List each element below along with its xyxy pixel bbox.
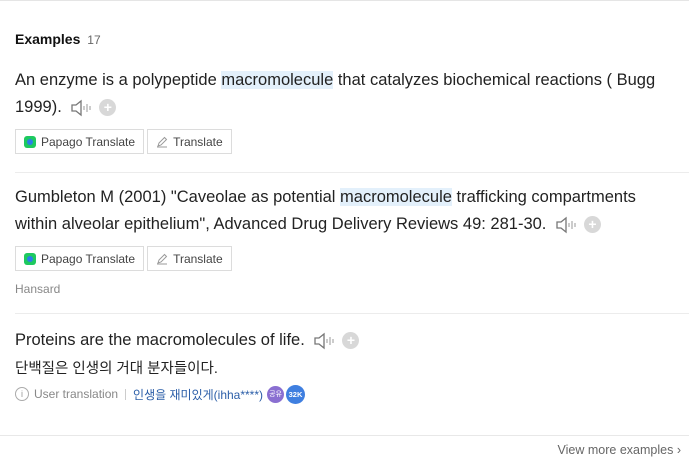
speaker-icon[interactable]	[555, 216, 579, 234]
example-divider	[15, 172, 689, 173]
user-link[interactable]: 인생을 재미있게(ihha****)	[133, 386, 263, 403]
speaker-icon[interactable]	[70, 99, 94, 117]
example-sentence: An enzyme is a polypeptide macromolecule…	[15, 67, 680, 121]
example-sentence: Gumbleton M (2001) "Caveolae as potentia…	[15, 184, 680, 238]
examples-count: 17	[87, 33, 101, 47]
examples-header: Examples 17	[15, 31, 101, 47]
source-label: Hansard	[15, 282, 61, 296]
papago-translate-button[interactable]: Papago Translate	[15, 129, 145, 154]
add-icon[interactable]: +	[99, 99, 117, 117]
pencil-icon	[157, 253, 168, 264]
translation-meta: i User translation 인생을 재미있게(ihha****) 공유…	[15, 384, 306, 404]
highlighted-term: macromolecule	[221, 71, 334, 89]
translate-button[interactable]: Translate	[147, 129, 232, 154]
button-label: Translate	[173, 134, 223, 149]
count-badge: 32K	[286, 384, 306, 404]
korean-translation: 단백질은 인생의 거대 분자들이다.	[15, 361, 218, 377]
sentence-text: Proteins are the macromolecules of life.	[15, 331, 305, 349]
info-icon[interactable]: i	[15, 387, 29, 401]
papago-icon	[24, 252, 36, 265]
sentence-text: Gumbleton M (2001) "Caveolae as potentia…	[15, 188, 341, 206]
translate-buttons: Papago Translate Translate	[15, 246, 232, 271]
button-label: Papago Translate	[41, 134, 136, 149]
examples-title: Examples	[15, 31, 81, 47]
footer-divider	[0, 435, 689, 436]
highlighted-term: macromolecule	[340, 188, 452, 206]
add-icon[interactable]: +	[342, 332, 360, 350]
user-translation-label: User translation	[34, 387, 119, 401]
chevron-right-icon: ›	[676, 443, 681, 457]
pencil-icon	[157, 136, 168, 147]
speaker-icon[interactable]	[313, 332, 337, 350]
meta-separator	[125, 388, 127, 400]
top-divider	[0, 0, 689, 1]
view-more-link[interactable]: View more examples ›	[558, 443, 681, 457]
papago-icon	[24, 135, 36, 148]
button-label: Papago Translate	[41, 251, 136, 266]
button-label: Translate	[173, 251, 223, 266]
add-icon[interactable]: +	[583, 216, 601, 234]
view-more-label: View more examples	[557, 443, 674, 457]
translate-buttons: Papago Translate Translate	[15, 129, 232, 154]
papago-translate-button[interactable]: Papago Translate	[15, 246, 145, 271]
example-sentence: Proteins are the macromolecules of life.…	[15, 327, 680, 354]
level-badge: 공유	[267, 385, 285, 403]
sentence-text: An enzyme is a polypeptide	[15, 71, 222, 89]
example-divider	[15, 313, 689, 314]
translate-button[interactable]: Translate	[147, 246, 232, 271]
